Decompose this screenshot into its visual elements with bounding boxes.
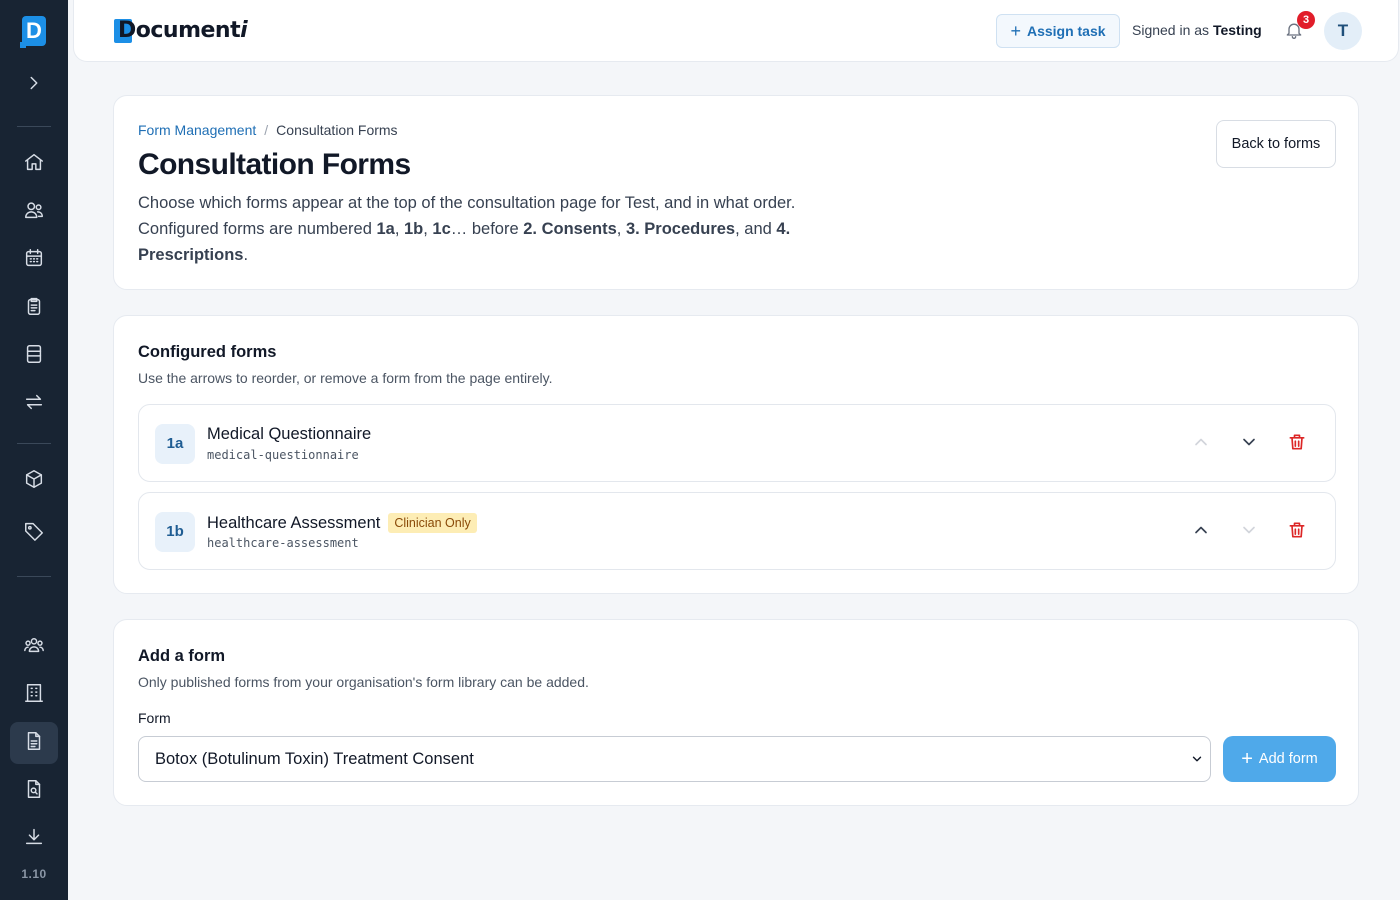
sidebar-item-home[interactable] (10, 143, 58, 185)
document-search-icon (23, 778, 45, 805)
breadcrumb: Form Management / Consultation Forms (138, 122, 398, 138)
sidebar-item-tags[interactable] (10, 512, 58, 554)
form-select[interactable]: Botox (Botulinum Toxin) Treatment Consen… (138, 736, 1211, 782)
notification-count-badge: 3 (1297, 11, 1315, 29)
sidebar-divider (17, 443, 51, 444)
add-form-button[interactable]: + Add form (1223, 736, 1336, 782)
plus-icon: + (1010, 21, 1021, 41)
page-description: Choose which forms appear at the top of … (138, 194, 796, 264)
document-icon (23, 730, 45, 757)
configured-form-row: 1a Medical Questionnaire medical-questio… (138, 404, 1336, 482)
form-slug: medical-questionnaire (207, 448, 359, 462)
move-up-button[interactable] (1187, 518, 1215, 546)
signed-in-text: Signed in as Testing (1132, 22, 1262, 38)
configured-forms-card: Configured forms Use the arrows to reord… (113, 315, 1359, 594)
chevron-up-icon (1191, 432, 1211, 457)
arrows-swap-icon (23, 391, 45, 418)
form-select-value: Botox (Botulinum Toxin) Treatment Consen… (155, 749, 474, 768)
move-up-button[interactable] (1187, 430, 1215, 458)
sidebar-item-team[interactable] (10, 626, 58, 668)
add-form-card: Add a form Only published forms from you… (113, 619, 1359, 806)
page-header-card: Form Management / Consultation Forms Con… (113, 95, 1359, 290)
bell-icon (1284, 23, 1304, 44)
move-down-button[interactable] (1235, 430, 1263, 458)
breadcrumb-current: Consultation Forms (276, 122, 398, 138)
plus-icon: + (1241, 748, 1253, 770)
form-name: Healthcare Assessment Clinician Only (207, 513, 477, 533)
home-icon (23, 151, 45, 178)
sidebar-divider (17, 126, 51, 127)
layout-icon (23, 343, 45, 370)
clinician-only-badge: Clinician Only (388, 513, 477, 533)
configured-form-row: 1b Healthcare Assessment Clinician Only … (138, 492, 1336, 570)
expand-sidebar-button[interactable] (10, 64, 58, 106)
chevron-up-icon (1191, 520, 1211, 545)
sidebar-item-patients[interactable] (10, 191, 58, 233)
assign-task-label: Assign task (1026, 23, 1106, 39)
back-to-forms-button[interactable]: Back to forms (1216, 120, 1336, 168)
sidebar-divider (17, 576, 51, 577)
sidebar-item-inventory[interactable] (10, 460, 58, 502)
form-slug: healthcare-assessment (207, 536, 359, 550)
add-form-title: Add a form (138, 647, 226, 665)
calendar-icon (23, 247, 45, 274)
add-form-label: Add form (1258, 751, 1318, 767)
clipboard-icon (23, 295, 45, 322)
user-avatar[interactable]: T (1324, 12, 1362, 50)
sidebar-item-calendar[interactable] (10, 239, 58, 281)
building-icon (23, 682, 45, 709)
chevron-right-icon (23, 72, 45, 99)
tag-icon (23, 520, 45, 547)
app-logo[interactable]: D (20, 16, 46, 48)
sidebar-item-organisation[interactable] (10, 674, 58, 716)
sidebar-item-clipboard[interactable] (10, 287, 58, 329)
sidebar-item-download[interactable] (10, 818, 58, 860)
move-down-button[interactable] (1235, 518, 1263, 546)
brand-logo[interactable]: Documenti (114, 17, 248, 43)
add-form-subtitle: Only published forms from your organisat… (138, 674, 589, 690)
sidebar-item-transfer[interactable] (10, 383, 58, 425)
form-name: Medical Questionnaire (207, 425, 372, 443)
sidebar: D 1.10 (0, 0, 68, 900)
configured-forms-title: Configured forms (138, 343, 277, 361)
top-bar: Documenti + Assign task Signed in as Tes… (73, 0, 1399, 62)
sidebar-item-document-search[interactable] (10, 770, 58, 812)
assign-task-button[interactable]: + Assign task (996, 14, 1120, 48)
chevron-down-icon (1239, 520, 1259, 545)
breadcrumb-separator: / (264, 122, 269, 138)
brand-name: Documenti (118, 17, 248, 43)
form-order-number: 1a (155, 424, 195, 464)
trash-icon (1287, 432, 1307, 457)
breadcrumb-link-form-management[interactable]: Form Management (138, 122, 256, 138)
download-icon (23, 826, 45, 853)
signed-in-user: Testing (1212, 22, 1262, 38)
remove-form-button[interactable] (1283, 430, 1311, 458)
page-title: Consultation Forms (138, 148, 411, 181)
app-version: 1.10 (21, 867, 47, 881)
chevron-down-icon (1239, 432, 1259, 457)
chevron-down-icon (1190, 752, 1204, 766)
form-order-number: 1b (155, 512, 195, 552)
form-select-label: Form (138, 710, 171, 726)
team-icon (23, 634, 45, 661)
sidebar-item-documents[interactable] (10, 722, 58, 764)
sidebar-item-forms[interactable] (10, 335, 58, 377)
remove-form-button[interactable] (1283, 518, 1311, 546)
box-icon (23, 468, 45, 495)
users-icon (23, 199, 45, 226)
trash-icon (1287, 520, 1307, 545)
configured-forms-subtitle: Use the arrows to reorder, or remove a f… (138, 370, 553, 386)
